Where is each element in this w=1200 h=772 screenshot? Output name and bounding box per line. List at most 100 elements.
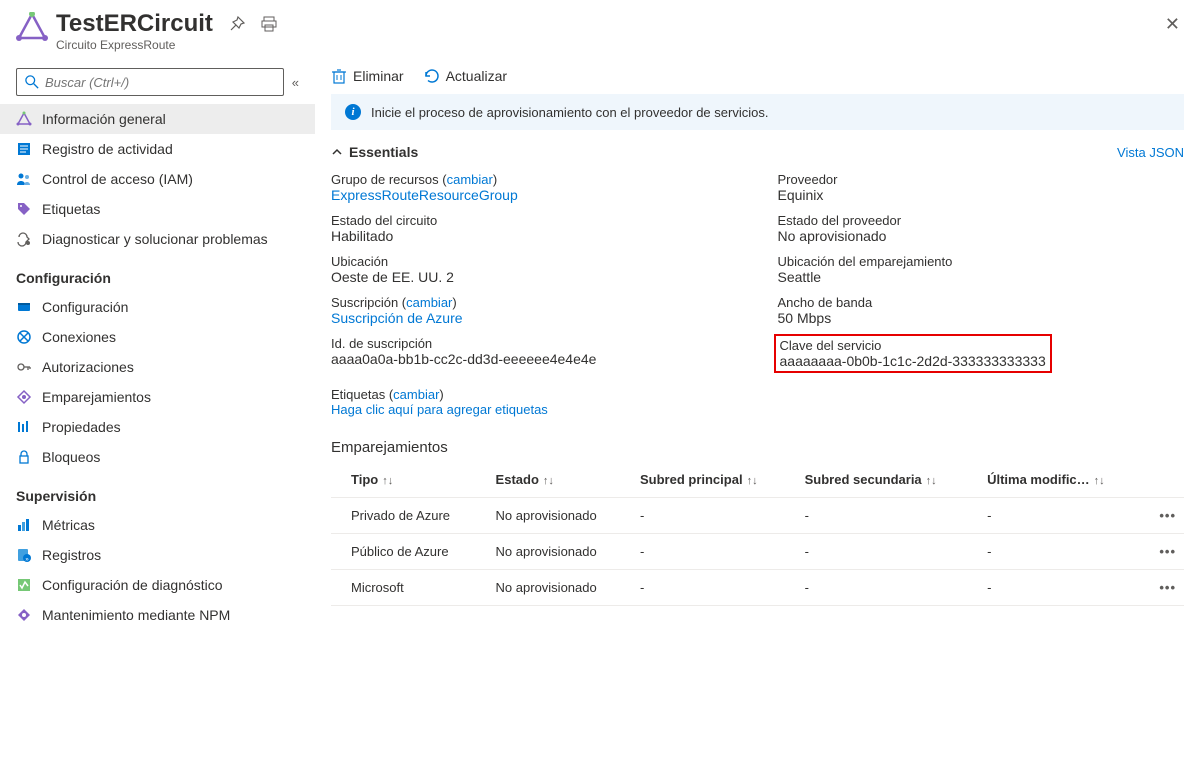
sort-icon: ↑↓ — [747, 475, 758, 487]
sidebar-item-metrics[interactable]: Métricas — [0, 510, 315, 540]
property: Suscripción (cambiar)Suscripción de Azur… — [331, 295, 738, 326]
trash-icon — [331, 68, 347, 84]
cell-modified: - — [979, 534, 1144, 570]
column-header[interactable]: Tipo↑↓ — [331, 462, 488, 498]
property-label: Proveedor — [778, 172, 1185, 187]
log-icon — [16, 141, 32, 157]
tag-icon — [16, 201, 32, 217]
refresh-icon — [424, 68, 440, 84]
auth-icon — [16, 359, 32, 375]
sidebar-item-locks[interactable]: Bloqueos — [0, 442, 315, 472]
table-row[interactable]: Privado de AzureNo aprovisionado---••• — [331, 498, 1184, 534]
connections-icon — [16, 329, 32, 345]
row-menu-icon[interactable]: ••• — [1159, 580, 1176, 595]
property: Estado del circuitoHabilitado — [331, 213, 738, 244]
sidebar-item-label: Configuración de diagnóstico — [42, 577, 223, 593]
sidebar-item-circuit[interactable]: Información general — [0, 104, 315, 134]
property-value: Equinix — [778, 187, 824, 203]
sort-icon: ↑↓ — [382, 475, 393, 487]
search-input[interactable] — [45, 75, 275, 90]
column-header[interactable]: Estado↑↓ — [488, 462, 632, 498]
circuit-icon — [16, 111, 32, 127]
sidebar-item-tag[interactable]: Etiquetas — [0, 194, 315, 224]
title-block: TestERCircuit Circuito ExpressRoute — [56, 10, 213, 52]
search-box[interactable] — [16, 68, 284, 96]
sidebar-item-log[interactable]: Registro de actividad — [0, 134, 315, 164]
cell-subnet2: - — [797, 570, 979, 606]
sidebar-item-label: Registro de actividad — [42, 141, 173, 157]
table-row[interactable]: Público de AzureNo aprovisionado---••• — [331, 534, 1184, 570]
info-banner-text: Inicie el proceso de aprovisionamiento c… — [371, 105, 768, 120]
page-header: TestERCircuit Circuito ExpressRoute ✕ — [0, 0, 1200, 60]
change-link[interactable]: cambiar — [406, 295, 452, 310]
info-icon: i — [345, 104, 361, 120]
property-label: Ubicación — [331, 254, 738, 269]
config-icon — [16, 299, 32, 315]
row-menu-icon[interactable]: ••• — [1159, 508, 1176, 523]
peerings-icon — [16, 389, 32, 405]
property-value: Habilitado — [331, 228, 393, 244]
column-header[interactable]: Subred secundaria↑↓ — [797, 462, 979, 498]
props-icon — [16, 419, 32, 435]
sidebar-item-label: Configuración — [42, 299, 128, 315]
sidebar-item-logs[interactable]: »Registros — [0, 540, 315, 570]
table-row[interactable]: MicrosoftNo aprovisionado---••• — [331, 570, 1184, 606]
cell-type: Público de Azure — [331, 534, 488, 570]
chevron-up-icon — [331, 146, 343, 158]
diagnose-icon — [16, 231, 32, 247]
property-value: Oeste de EE. UU. 2 — [331, 269, 454, 285]
property-label: Estado del circuito — [331, 213, 738, 228]
pin-icon[interactable] — [229, 16, 245, 35]
property-value[interactable]: ExpressRouteResourceGroup — [331, 187, 518, 203]
property: Grupo de recursos (cambiar)ExpressRouteR… — [331, 172, 738, 203]
tags-change-link[interactable]: cambiar — [393, 387, 439, 402]
collapse-sidebar-icon[interactable]: « — [292, 75, 299, 90]
cell-state: No aprovisionado — [488, 534, 632, 570]
column-header[interactable]: Subred principal↑↓ — [632, 462, 797, 498]
json-view-link[interactable]: Vista JSON — [1117, 145, 1184, 160]
property-value[interactable]: Suscripción de Azure — [331, 310, 463, 326]
sidebar-item-label: Información general — [42, 111, 166, 127]
add-tags-link[interactable]: Haga clic aquí para agregar etiquetas — [331, 402, 548, 417]
cell-subnet1: - — [632, 534, 797, 570]
search-icon — [25, 75, 39, 89]
property-label: Suscripción (cambiar) — [331, 295, 738, 310]
property-value: Seattle — [778, 269, 822, 285]
change-link[interactable]: cambiar — [447, 172, 493, 187]
property: Ancho de banda50 Mbps — [778, 295, 1185, 326]
cell-modified: - — [979, 498, 1144, 534]
peerings-table: Tipo↑↓Estado↑↓Subred principal↑↓Subred s… — [331, 462, 1184, 606]
close-icon[interactable]: ✕ — [1165, 14, 1180, 35]
sidebar-item-label: Métricas — [42, 517, 95, 533]
sidebar-item-peerings[interactable]: Emparejamientos — [0, 382, 315, 412]
cell-state: No aprovisionado — [488, 570, 632, 606]
property-label: Estado del proveedor — [778, 213, 1185, 228]
sidebar-item-label: Emparejamientos — [42, 389, 151, 405]
sidebar-item-config[interactable]: Configuración — [0, 292, 315, 322]
cell-type: Microsoft — [331, 570, 488, 606]
sort-icon: ↑↓ — [543, 475, 554, 487]
print-icon[interactable] — [261, 16, 277, 35]
sidebar-item-diagnose[interactable]: Diagnosticar y solucionar problemas — [0, 224, 315, 254]
sidebar-item-npm[interactable]: Mantenimiento mediante NPM — [0, 600, 315, 630]
essentials-toggle[interactable]: Essentials — [331, 144, 418, 160]
row-menu-icon[interactable]: ••• — [1159, 544, 1176, 559]
property-value: aaaa0a0a-bb1b-cc2c-dd3d-eeeeee4e4e4e — [331, 351, 596, 367]
peerings-title: Emparejamientos — [315, 429, 1184, 462]
sidebar-item-iam[interactable]: Control de acceso (IAM) — [0, 164, 315, 194]
refresh-button[interactable]: Actualizar — [424, 68, 507, 84]
iam-icon — [16, 171, 32, 187]
delete-button[interactable]: Eliminar — [331, 68, 404, 84]
cell-state: No aprovisionado — [488, 498, 632, 534]
page-title: TestERCircuit — [56, 10, 213, 38]
sidebar-item-connections[interactable]: Conexiones — [0, 322, 315, 352]
sidebar-item-props[interactable]: Propiedades — [0, 412, 315, 442]
cell-subnet1: - — [632, 498, 797, 534]
sidebar-item-auth[interactable]: Autorizaciones — [0, 352, 315, 382]
sidebar-item-diagset[interactable]: Configuración de diagnóstico — [0, 570, 315, 600]
property-label: Id. de suscripción — [331, 336, 738, 351]
toolbar: Eliminar Actualizar — [315, 60, 1184, 94]
sidebar-item-label: Conexiones — [42, 329, 116, 345]
cell-subnet2: - — [797, 534, 979, 570]
column-header[interactable]: Última modific…↑↓ — [979, 462, 1144, 498]
